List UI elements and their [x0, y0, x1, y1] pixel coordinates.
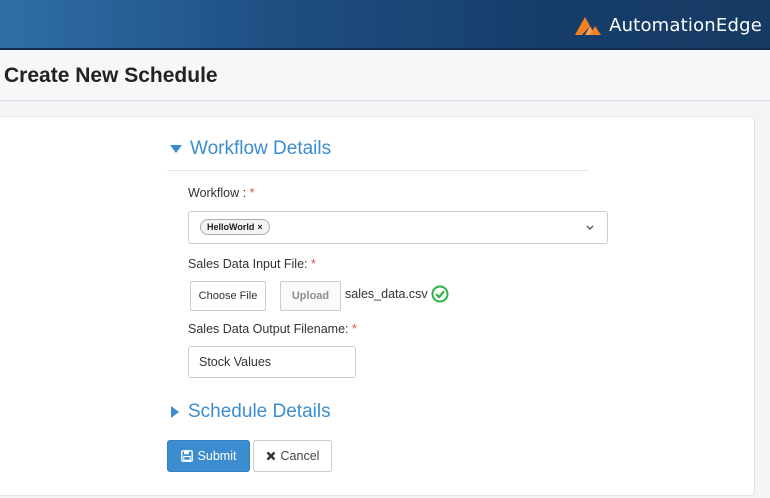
close-icon	[266, 451, 275, 461]
caret-down-icon	[170, 145, 182, 153]
brand-name: AutomationEdge	[609, 14, 762, 36]
workflow-details-heading: Workflow Details	[190, 138, 332, 159]
top-header-bar: AutomationEdge	[0, 0, 770, 50]
output-file-label: Sales Data Output Filename: *	[188, 322, 357, 336]
workflow-select[interactable]: HelloWorld ×	[188, 211, 608, 244]
submit-button[interactable]: Submit	[167, 440, 250, 472]
required-mark: *	[249, 186, 255, 200]
input-file-label: Sales Data Input File: *	[188, 257, 316, 271]
chevron-down-icon[interactable]	[585, 224, 595, 232]
automationedge-logo-icon	[575, 17, 602, 35]
tag-remove-icon[interactable]: ×	[257, 220, 262, 235]
schedule-details-toggle[interactable]: Schedule Details	[170, 401, 331, 423]
page-title: Create New Schedule	[4, 64, 218, 87]
cancel-label: Cancel	[280, 449, 320, 463]
input-file-label-text: Sales Data Input File:	[188, 257, 311, 271]
workflow-label-text: Workflow :	[188, 186, 250, 200]
submit-label: Submit	[197, 449, 237, 463]
selected-workflow-tag: HelloWorld ×	[200, 219, 270, 235]
output-filename-input[interactable]: Stock Values	[188, 346, 356, 378]
workflow-label: Workflow : *	[188, 186, 254, 200]
selected-workflow-name: HelloWorld	[207, 221, 255, 232]
output-file-label-text: Sales Data Output Filename:	[188, 322, 352, 336]
choose-file-button[interactable]: Choose File	[190, 281, 266, 311]
schedule-form-card	[0, 116, 755, 496]
caret-right-icon	[171, 406, 179, 418]
uploaded-file-name: sales_data.csv	[345, 287, 428, 301]
cancel-button[interactable]: Cancel	[253, 440, 332, 472]
page-title-bar: Create New Schedule	[0, 50, 770, 101]
schedule-details-heading: Schedule Details	[188, 401, 331, 422]
save-icon	[180, 450, 193, 462]
required-mark: *	[310, 257, 316, 271]
section-divider	[167, 170, 589, 171]
upload-button[interactable]: Upload	[280, 281, 341, 311]
workflow-details-toggle[interactable]: Workflow Details	[170, 138, 331, 160]
check-circle-icon	[431, 285, 449, 303]
required-mark: *	[351, 322, 357, 336]
brand[interactable]: AutomationEdge	[573, 9, 762, 41]
